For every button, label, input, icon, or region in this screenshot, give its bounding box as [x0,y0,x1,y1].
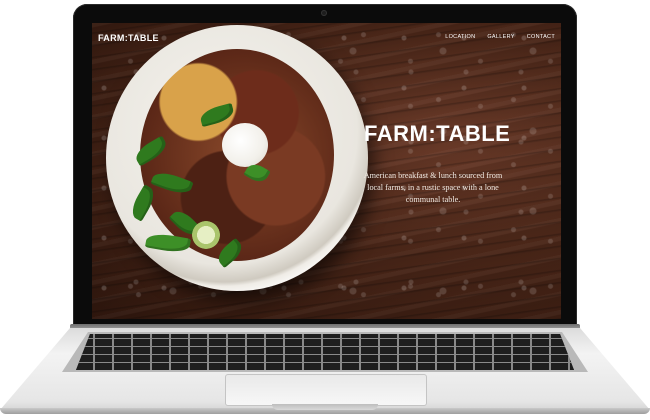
site-logo[interactable]: FARM:TABLE [98,33,159,43]
cucumber-slice [192,221,220,249]
hero-subtitle: American breakfast & lunch sourced from … [362,170,504,206]
food-bowl-image [106,25,368,291]
lid-opening-notch [272,404,378,410]
trackpad [225,374,427,406]
laptop-mockup: FARM:TABLE LOCATION GALLERY CONTACT FARM… [0,0,650,420]
hero-subtitle-line: American breakfast & lunch sourced from [363,171,503,180]
sour-cream-dollop [222,123,268,167]
keyboard-rows [76,334,574,370]
laptop-lid: FARM:TABLE LOCATION GALLERY CONTACT FARM… [73,4,577,330]
nav-gallery-link[interactable]: GALLERY [487,34,514,40]
nav-location-link[interactable]: LOCATION [445,34,475,40]
webcam-icon [321,10,327,16]
hero-title: FARM:TABLE [364,121,511,146]
hero-subtitle-line: local farms, in a rustic space with a lo… [367,183,499,192]
hero-subtitle-line: communal table. [405,195,461,204]
website-screen: FARM:TABLE LOCATION GALLERY CONTACT FARM… [92,23,561,319]
nav-contact-link[interactable]: CONTACT [527,34,555,40]
site-nav: LOCATION GALLERY CONTACT [445,34,555,40]
